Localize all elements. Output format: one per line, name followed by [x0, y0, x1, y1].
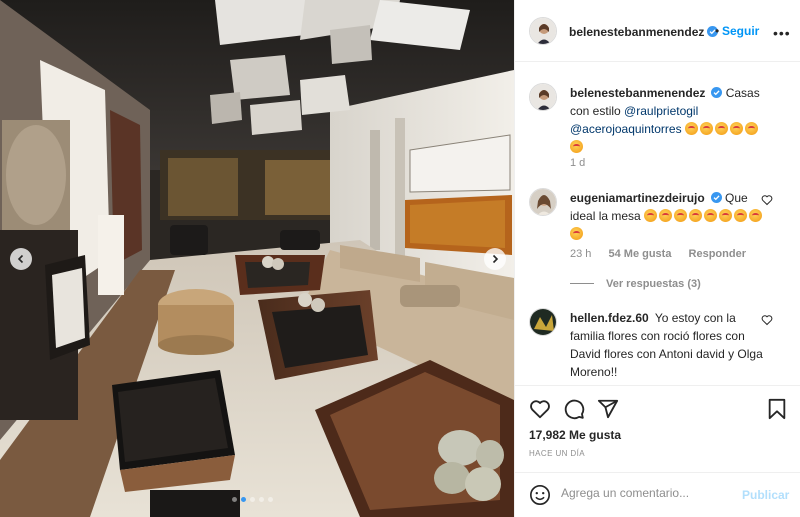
replies-line: [570, 283, 594, 284]
caption-meta: 1 d: [570, 157, 599, 169]
comment-username[interactable]: hellen.fdez.60: [570, 311, 649, 325]
comment-text: eugeniamartinezdeirujo Que ideal la mesa: [570, 189, 770, 243]
commenter-avatar[interactable]: [529, 308, 557, 336]
verified-badge-icon: [711, 87, 723, 98]
commenter-avatar[interactable]: [529, 188, 557, 216]
comment-icon[interactable]: [563, 398, 585, 420]
mention-link[interactable]: @raulprietogil: [624, 104, 698, 118]
comment-meta: 23 h 54 Me gusta Responder: [570, 248, 760, 260]
living-room-photo: [0, 0, 514, 517]
bookmark-icon[interactable]: [767, 398, 787, 420]
avatar-image: [530, 18, 556, 44]
view-replies-label: Ver respuestas (3): [606, 278, 701, 290]
reply-button[interactable]: Responder: [689, 248, 746, 260]
previous-photo-button[interactable]: [10, 248, 32, 270]
like-comment-heart-icon[interactable]: [761, 314, 773, 326]
avatar-image: [530, 309, 556, 335]
caption-username[interactable]: belenestebanmenendez: [570, 86, 705, 100]
comment-time[interactable]: 23 h: [570, 248, 591, 260]
more-options-icon[interactable]: •••: [773, 25, 791, 41]
add-comment-bar: Publicar: [515, 472, 800, 517]
carousel-dot: [259, 497, 264, 502]
post-timestamp[interactable]: HACE UN DÍA: [529, 449, 585, 458]
post-actions: 17,982 Me gusta HACE UN DÍA Publicar: [515, 385, 800, 517]
carousel-dot-active: [241, 497, 246, 502]
follow-button[interactable]: Seguir: [722, 24, 759, 38]
carousel-indicator: [232, 497, 273, 502]
comments-list[interactable]: belenestebanmenendez Casas con estilo @r…: [515, 63, 800, 385]
caption-time[interactable]: 1 d: [570, 157, 585, 169]
comment-likes[interactable]: 54 Me gusta: [608, 248, 671, 260]
carousel-dot: [250, 497, 255, 502]
avatar-image: [530, 189, 556, 215]
carousel-dot: [268, 497, 273, 502]
carousel-dot: [232, 497, 237, 502]
comment-username[interactable]: eugeniamartinezdeirujo: [570, 191, 705, 205]
comment-input[interactable]: [561, 486, 731, 500]
emoji-icon[interactable]: [529, 484, 551, 506]
post-photo[interactable]: [0, 0, 514, 517]
like-comment-heart-icon[interactable]: [761, 194, 773, 206]
author-username[interactable]: belenestebanmenendez: [569, 25, 719, 39]
author-username-text[interactable]: belenestebanmenendez: [569, 25, 704, 39]
share-icon[interactable]: [597, 398, 619, 420]
post-header: belenestebanmenendez • Seguir •••: [515, 0, 800, 62]
caption-text: belenestebanmenendez Casas con estilo @r…: [570, 84, 770, 156]
mention-link[interactable]: @acerojoaquintorres: [570, 122, 682, 136]
arrow-left-icon: [17, 254, 24, 264]
arrow-right-icon: [492, 254, 499, 264]
comment-text: hellen.fdez.60 Yo estoy con la familia f…: [570, 309, 770, 381]
likes-count[interactable]: 17,982 Me gusta: [529, 428, 621, 442]
author-avatar[interactable]: [529, 17, 557, 45]
verified-badge-icon: [710, 192, 722, 203]
next-photo-button[interactable]: [484, 248, 506, 270]
publish-button[interactable]: Publicar: [742, 488, 789, 502]
post-side-panel: belenestebanmenendez • Seguir ••• belene…: [514, 0, 800, 517]
view-replies-button[interactable]: Ver respuestas (3): [570, 278, 701, 290]
avatar-image: [530, 84, 556, 110]
header-separator: •: [715, 24, 720, 38]
caption-avatar[interactable]: [529, 83, 557, 111]
heart-icon[interactable]: [529, 398, 551, 420]
